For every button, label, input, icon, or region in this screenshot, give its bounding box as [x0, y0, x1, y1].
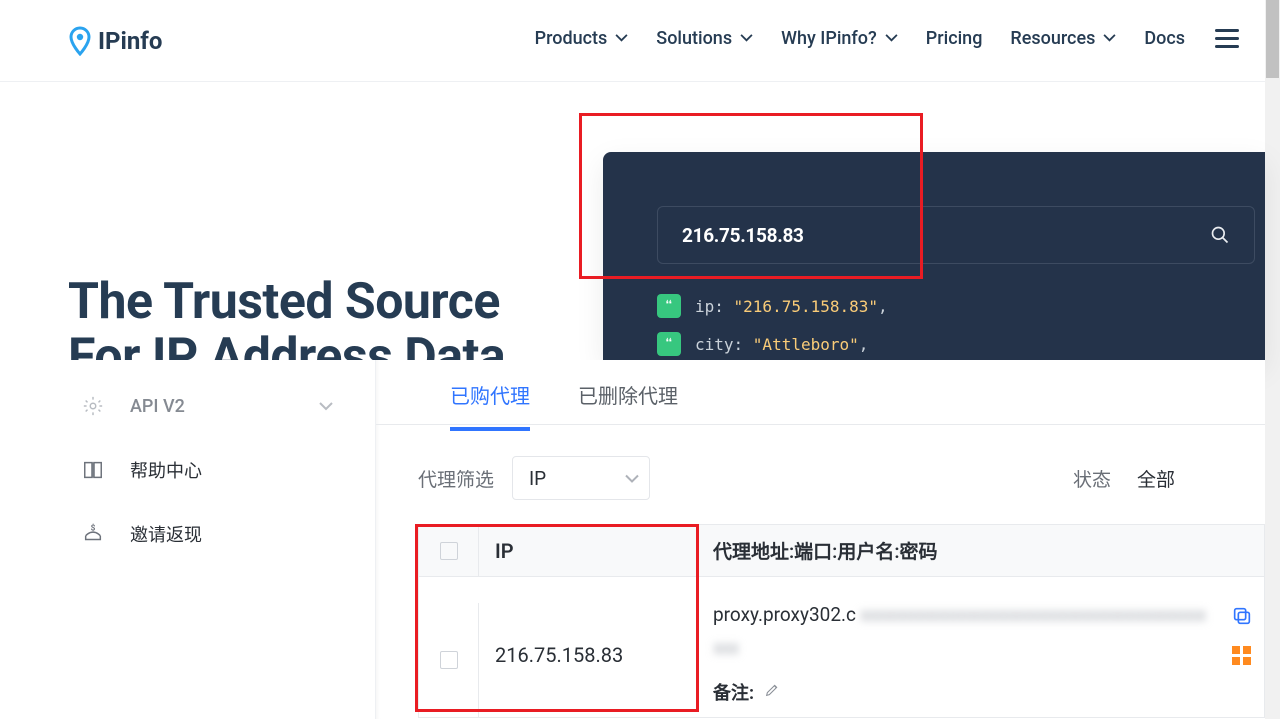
ip-search-box[interactable]: 216.75.158.83	[657, 206, 1255, 264]
checkbox-all[interactable]	[440, 542, 458, 560]
filter-dropdown[interactable]: IP	[512, 456, 650, 500]
filter-row: 代理筛选 IP	[418, 456, 650, 500]
nav-docs-label: Docs	[1144, 28, 1185, 49]
nav-why[interactable]: Why IPinfo?	[781, 28, 898, 49]
nav-why-label: Why IPinfo?	[781, 28, 877, 49]
table-row: 216.75.158.83 proxy.proxy302.cxxxxxxxxxx…	[418, 576, 1265, 718]
status-dropdown[interactable]: 全部	[1133, 456, 1243, 500]
lower-panel: API V2 帮助中心 $ 邀请返现 已购代理 已删除代理 代理筛选 IP 状态	[0, 360, 1265, 719]
filter-dropdown-value: IP	[529, 467, 546, 490]
nav-products-label: Products	[535, 28, 608, 49]
row-checkbox-cell	[419, 603, 479, 717]
search-icon[interactable]	[1210, 225, 1230, 245]
scrollbar-thumb[interactable]	[1266, 0, 1279, 78]
sidebar-item-api[interactable]: API V2	[0, 374, 375, 438]
quote-icon: ❝	[657, 294, 681, 318]
addr-blurred: xxxxxxxxxxxxxxxxxxxxxxxxxxxxxxxxxxxxxxxx…	[860, 603, 1205, 626]
chevron-down-icon	[319, 396, 333, 417]
svg-text:$: $	[91, 523, 96, 533]
ip-lookup-panel: 216.75.158.83 ❝ ip: "216.75.158.83", ❝ c…	[603, 152, 1265, 360]
addr-blurred-2: xxx	[713, 636, 738, 659]
header-actions	[1220, 550, 1264, 552]
nav-products[interactable]: Products	[535, 28, 629, 49]
book-icon	[82, 459, 104, 481]
addr-line-2: xxx	[713, 636, 1220, 659]
ipinfo-nav: Products Solutions Why IPinfo? Pricing R…	[535, 28, 1239, 49]
json-preview: ❝ ip: "216.75.158.83", ❝ city: "Attlebor…	[657, 294, 888, 356]
filter-label: 代理筛选	[418, 465, 494, 492]
checkbox-row[interactable]	[440, 651, 458, 669]
api-icon	[82, 395, 104, 417]
nav-solutions[interactable]: Solutions	[656, 28, 753, 49]
nav-solutions-label: Solutions	[656, 28, 732, 49]
json-text: ip: "216.75.158.83",	[695, 297, 888, 316]
nav-pricing-label: Pricing	[926, 28, 983, 49]
nav-resources-label: Resources	[1010, 28, 1095, 49]
tab-underline	[376, 424, 1265, 425]
ipinfo-header: IPinfo Products Solutions Why IPinfo? Pr…	[0, 0, 1265, 82]
sidebar-api-label: API V2	[130, 396, 185, 417]
sidebar-help-label: 帮助中心	[130, 457, 202, 483]
header-addr: 代理地址:端口:用户名:密码	[691, 537, 1220, 564]
row-addr: proxy.proxy302.cxxxxxxxxxxxxxxxxxxxxxxxx…	[691, 603, 1220, 705]
proxy-table: IP 代理地址:端口:用户名:密码 216.75.158.83 proxy.pr…	[418, 524, 1265, 718]
header-ip: IP	[479, 539, 691, 563]
map-pin-icon	[68, 26, 92, 56]
nav-pricing[interactable]: Pricing	[926, 28, 983, 49]
copy-icon[interactable]	[1231, 605, 1253, 632]
scrollbar-track[interactable]	[1265, 0, 1280, 719]
quote-icon: ❝	[657, 332, 681, 356]
hamburger-menu-icon[interactable]	[1215, 29, 1239, 48]
json-text: city: "Attleboro",	[695, 335, 868, 354]
status-label: 状态	[1073, 465, 1111, 492]
sidebar-item-invite[interactable]: $ 邀请返现	[0, 502, 375, 566]
hero-title-line1: The Trusted Source	[68, 275, 505, 330]
sidebar-invite-label: 邀请返现	[130, 521, 202, 547]
sidebar-item-help[interactable]: 帮助中心	[0, 438, 375, 502]
remark-label: 备注:	[713, 679, 754, 705]
row-ip: 216.75.158.83	[479, 603, 691, 667]
brand-name: IPinfo	[98, 27, 162, 55]
status-block: 状态 全部	[1073, 456, 1243, 500]
nav-resources[interactable]: Resources	[1010, 28, 1116, 49]
addr-line: proxy.proxy302.cxxxxxxxxxxxxxxxxxxxxxxxx…	[713, 603, 1220, 626]
json-row-ip: ❝ ip: "216.75.158.83",	[657, 294, 888, 318]
header-checkbox-cell	[419, 525, 479, 576]
sidebar: API V2 帮助中心 $ 邀请返现	[0, 360, 375, 719]
chevron-down-icon	[625, 467, 639, 490]
table-header: IP 代理地址:端口:用户名:密码	[418, 524, 1265, 576]
chevron-down-icon	[740, 34, 753, 43]
ipinfo-logo[interactable]: IPinfo	[68, 26, 162, 56]
chevron-down-icon	[885, 34, 898, 43]
proxy-panel: 已购代理 已删除代理 代理筛选 IP 状态 全部 IP 代理地址:端口:用户名:…	[375, 360, 1265, 719]
edit-remark-icon[interactable]	[764, 682, 780, 703]
chevron-down-icon	[1103, 34, 1116, 43]
ip-search-value: 216.75.158.83	[682, 224, 1210, 247]
row-actions	[1220, 603, 1264, 666]
cashback-icon: $	[82, 523, 104, 545]
remark-line: 备注:	[713, 679, 1220, 705]
chevron-down-icon	[615, 34, 628, 43]
json-row-city: ❝ city: "Attleboro",	[657, 332, 888, 356]
status-dropdown-value: 全部	[1137, 465, 1175, 492]
header-addr-label: 代理地址:端口:用户名:密码	[713, 537, 1220, 564]
addr-visible: proxy.proxy302.c	[713, 603, 856, 626]
qr-icon[interactable]	[1232, 646, 1252, 666]
nav-docs[interactable]: Docs	[1144, 28, 1185, 49]
